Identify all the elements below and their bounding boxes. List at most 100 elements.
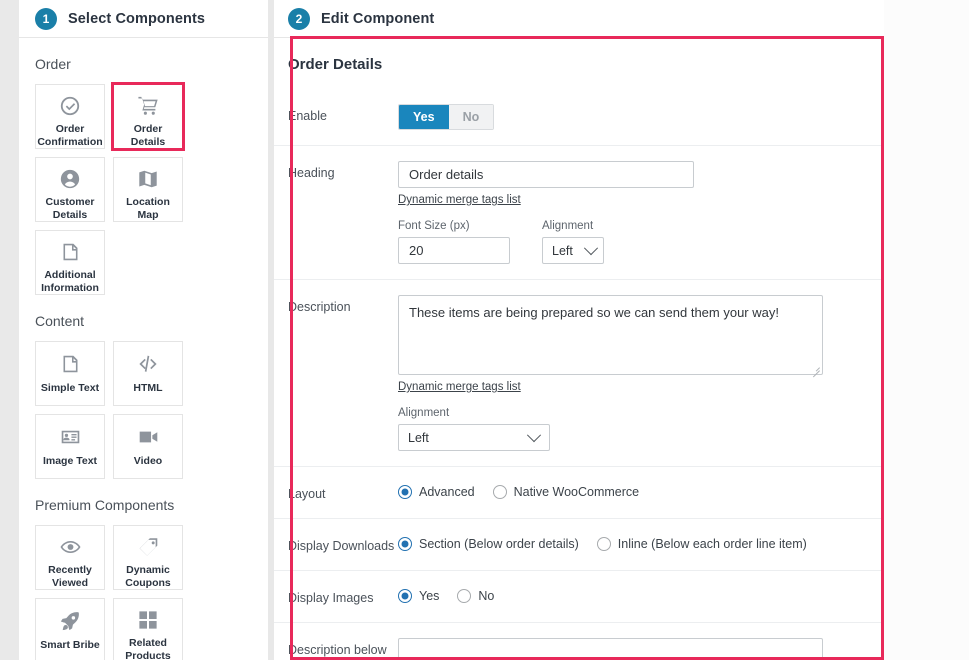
group-title-order: Order [35,56,252,72]
component-tile-label: Image Text [40,455,100,468]
component-tile-label: Simple Text [38,382,102,395]
enable-toggle-no[interactable]: No [449,105,494,129]
edit-component-form: Order Details Enable Yes No Heading Orde… [274,38,969,660]
id-card-icon [59,425,82,449]
description-alignment-field: Alignment Left [398,407,969,451]
component-tile-html[interactable]: HTML [113,341,183,406]
description-merge-tags-link[interactable]: Dynamic merge tags list [398,381,521,393]
layout-option-advanced-label: Advanced [419,485,475,499]
coupon-tag-icon [137,536,160,558]
layout-option-advanced[interactable]: Advanced [398,485,475,499]
grid-squares-icon [137,609,159,631]
description-alignment-label: Alignment [398,407,969,419]
display-images-option-yes[interactable]: Yes [398,589,439,603]
step-2-badge: 2 [288,8,310,30]
select-components-header: 1 Select Components [19,0,268,38]
font-size-label: Font Size (px) [398,220,510,232]
component-tile-order-details[interactable]: Order Details [113,84,183,149]
component-tile-label: Smart Bribe [37,639,103,652]
radio-icon[interactable] [457,589,471,603]
textarea-resize-handle[interactable] [811,363,820,372]
radio-icon[interactable] [398,537,412,551]
heading-input[interactable]: Order details [398,161,694,188]
font-size-field: Font Size (px) 20 [398,220,510,264]
check-circle-icon [59,95,81,117]
component-tile-recently-viewed[interactable]: Recently Viewed [35,525,105,590]
layout-option-native-woocommerce[interactable]: Native WooCommerce [493,485,640,499]
display-images-option-yes-label: Yes [419,589,439,603]
step-1-badge: 1 [35,8,57,30]
component-groups: Order Order Confirmation Order Details Cust… [19,56,268,660]
user-circle-icon [59,168,81,190]
component-tile-label: Customer Details [36,196,104,222]
description-below-textarea[interactable] [398,638,823,660]
component-tile-image-text[interactable]: Image Text [35,414,105,479]
left-gutter [0,0,19,660]
rocket-icon [59,609,81,633]
enable-toggle-yes[interactable]: Yes [399,105,449,129]
video-camera-icon [137,425,160,449]
heading-alignment-select[interactable]: Left [542,237,604,264]
eye-icon [59,536,82,558]
component-tile-label: Location Map [114,196,182,222]
component-tile-customer-details[interactable]: Customer Details [35,157,105,222]
row-enable: Enable Yes No [274,89,969,145]
radio-icon[interactable] [398,589,412,603]
radio-icon[interactable] [597,537,611,551]
radio-icon[interactable] [398,485,412,499]
enable-label: Enable [288,104,398,125]
component-tile-simple-text[interactable]: Simple Text [35,341,105,406]
note-page-icon [60,241,81,263]
chevron-down-icon [527,428,541,442]
description-alignment-select[interactable]: Left [398,424,550,451]
display-downloads-option-inline-label: Inline (Below each order line item) [618,537,807,551]
radio-icon[interactable] [493,485,507,499]
component-tile-label: HTML [130,382,165,395]
component-editor-screen: 1 Select Components Order Order Confirmat… [0,0,969,660]
display-downloads-option-section[interactable]: Section (Below order details) [398,537,579,551]
heading-alignment-value: Left [552,244,573,258]
layout-option-native-woocommerce-label: Native WooCommerce [514,485,640,499]
row-description: Description These items are being prepar… [274,279,969,466]
component-tile-related-products[interactable]: Related Products [113,598,183,660]
component-tile-label: Additional Information [36,269,104,295]
component-tile-order-confirmation[interactable]: Order Confirmation [35,84,105,149]
group-title-premium-components: Premium Components [35,497,252,513]
component-tile-label: Recently Viewed [36,564,104,590]
description-below-label-line1: Description below [288,643,387,657]
group-title-content: Content [35,313,252,329]
layout-label: Layout [288,482,398,503]
component-tile-video[interactable]: Video [113,414,183,479]
enable-toggle[interactable]: Yes No [398,104,494,130]
component-tile-smart-bribe[interactable]: Smart Bribe [35,598,105,660]
row-display-downloads: Display Downloads Section (Below order d… [274,518,969,570]
component-tile-label: Related Products [114,637,182,660]
component-tile-additional-information[interactable]: Additional Information [35,230,105,295]
component-tile-dynamic-coupons[interactable]: Dynamic Coupons [113,525,183,590]
tile-grid-order: Order Confirmation Order Details Customer … [35,84,252,295]
shopping-cart-icon [137,94,160,117]
heading-alignment-label: Alignment [542,220,604,232]
step-2-title: Edit Component [321,11,434,27]
page-title: Order Details [274,38,969,89]
description-textarea[interactable]: These items are being prepared so we can… [398,295,823,375]
component-tile-label: Order Confirmation [34,123,105,149]
display-downloads-option-inline[interactable]: Inline (Below each order line item) [597,537,807,551]
row-heading: Heading Order details Dynamic merge tags… [274,145,969,279]
display-downloads-radio-group: Section (Below order details) Inline (Be… [398,534,969,551]
display-downloads-option-section-label: Section (Below order details) [419,537,579,551]
layout-radio-group: Advanced Native WooCommerce [398,482,969,499]
description-value: These items are being prepared so we can… [409,305,779,320]
chevron-down-icon [584,241,598,255]
description-label: Description [288,295,398,316]
display-images-label: Display Images [288,586,398,607]
select-components-panel: 1 Select Components Order Order Confirmat… [19,0,268,660]
display-images-option-no[interactable]: No [457,589,494,603]
row-layout: Layout Advanced Native WooCommerce [274,466,969,518]
component-tile-location-map[interactable]: Location Map [113,157,183,222]
component-tile-label: Order Details [113,123,183,149]
heading-merge-tags-link[interactable]: Dynamic merge tags list [398,194,521,206]
step-1-title: Select Components [68,11,205,27]
font-size-input[interactable]: 20 [398,237,510,264]
component-tile-label: Dynamic Coupons [114,564,182,590]
